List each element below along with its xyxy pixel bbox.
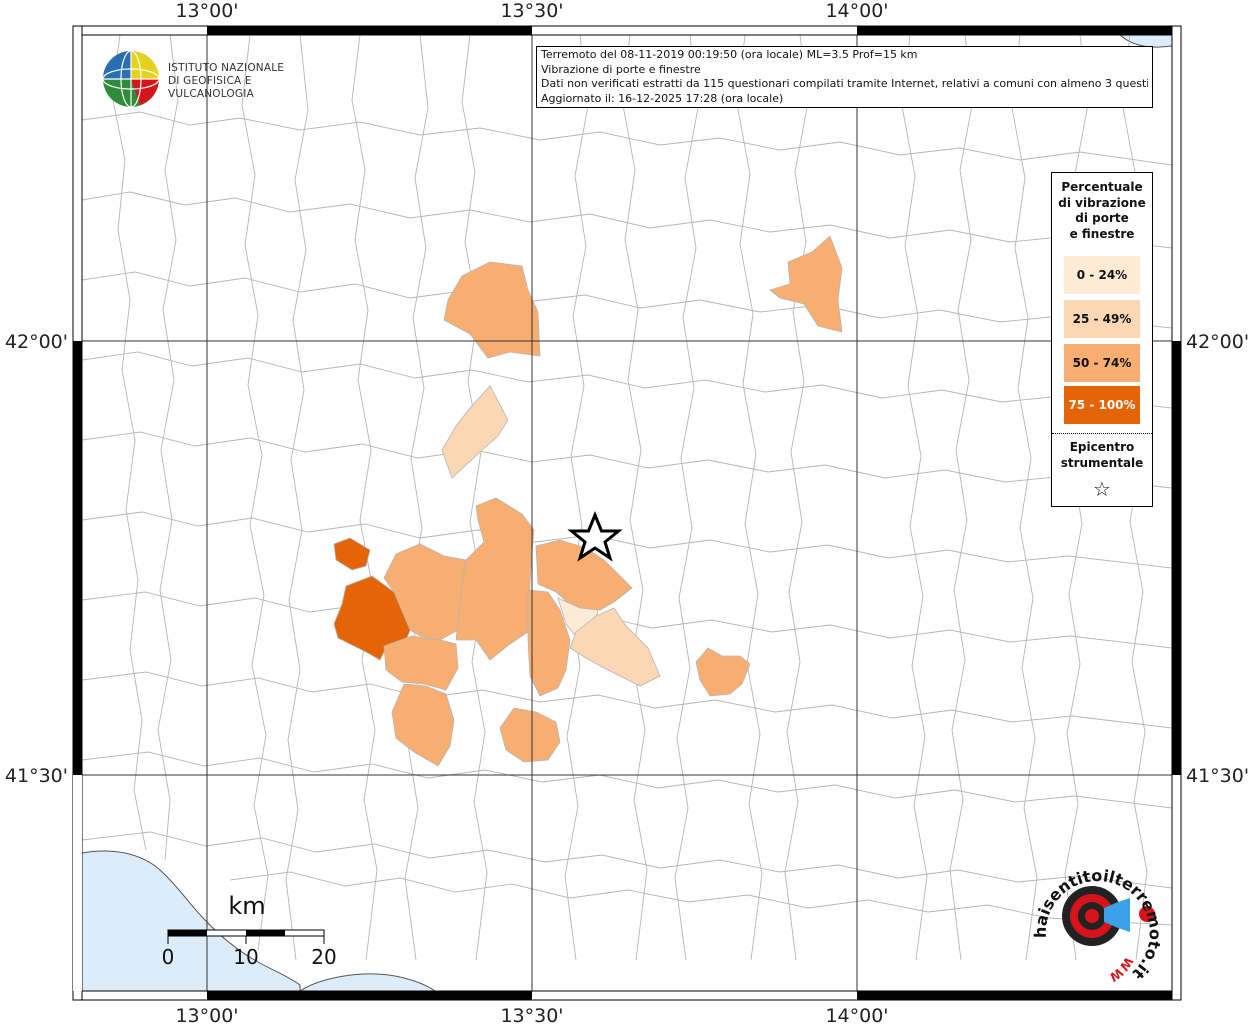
scale-label-20: 20 [311, 945, 336, 969]
legend-class-50-74: 50 - 74% [1064, 344, 1140, 382]
event-data-note: Dati non verificati estratti da 115 ques… [541, 77, 1148, 90]
legend-title-line3: di porte [1075, 211, 1129, 225]
legend-star-icon: ☆ [1093, 477, 1111, 501]
event-info-box: Terremoto del 08-11-2019 00:19:50 (ora l… [536, 46, 1153, 108]
legend-epicenter-line2: strumentale [1060, 456, 1144, 470]
lat-tick-right-1: 42°00' [1186, 331, 1249, 353]
lon-tick-bottom-2: 13°30' [500, 1005, 563, 1024]
lon-tick-bottom-1: 13°00' [175, 1005, 238, 1024]
event-title: Terremoto del 08-11-2019 00:19:50 (ora l… [541, 48, 918, 61]
legend-epicenter-line1: Epicentro [1069, 440, 1135, 454]
lat-tick-right-2: 41°30' [1186, 765, 1249, 787]
scale-label-0: 0 [162, 945, 175, 969]
legend-title-line4: e finestre [1069, 226, 1135, 241]
legend-class-label: 50 - 74% [1072, 356, 1132, 370]
legend-class-label: 0 - 24% [1076, 268, 1128, 282]
lat-tick-left-2: 41°30' [5, 765, 68, 787]
legend-class-0-24: 0 - 24% [1064, 256, 1140, 294]
ingv-name-line1: ISTITUTO NAZIONALE [168, 62, 285, 74]
legend-class-label: 75 - 100% [1068, 398, 1136, 412]
legend-title-line1: Percentuale [1061, 180, 1143, 194]
ingv-globe-icon [102, 50, 160, 108]
legend-separator [1052, 433, 1152, 434]
legend-class-75-100: 75 - 100% [1064, 386, 1140, 424]
ingv-name-line2: DI GEOFISICA E VULCANOLOGIA [168, 75, 254, 100]
lon-tick-top-1: 13°00' [175, 0, 238, 22]
lon-tick-bottom-3: 14°00' [825, 1005, 888, 1024]
legend-class-25-49: 25 - 49% [1064, 300, 1140, 338]
event-updated: Aggiornato il: 16-12-2025 17:28 (ora loc… [541, 91, 784, 105]
lon-tick-top-2: 13°30' [500, 0, 563, 22]
scale-unit: km [228, 892, 265, 920]
ingv-logo: ISTITUTO NAZIONALE DI GEOFISICA E VULCAN… [100, 48, 320, 108]
event-subject: Vibrazione di porte e finestre [541, 62, 701, 76]
map-area[interactable] [82, 35, 1172, 991]
legend-epicenter-label: Epicentro strumentale [1052, 439, 1152, 471]
lon-tick-top-3: 14°00' [825, 0, 888, 22]
scale-label-10: 10 [233, 945, 258, 969]
legend-class-label: 25 - 49% [1072, 312, 1132, 326]
legend-title: Percentuale di vibrazione di porte e fin… [1052, 180, 1152, 242]
legend-title-line2: di vibrazione [1058, 195, 1146, 210]
legend: Percentuale di vibrazione di porte e fin… [1051, 172, 1153, 507]
intensity-map: 13°00' 13°30' 14°00' 13°00' 13°30' 14°00… [0, 0, 1249, 1024]
lat-tick-left-1: 42°00' [5, 331, 68, 353]
